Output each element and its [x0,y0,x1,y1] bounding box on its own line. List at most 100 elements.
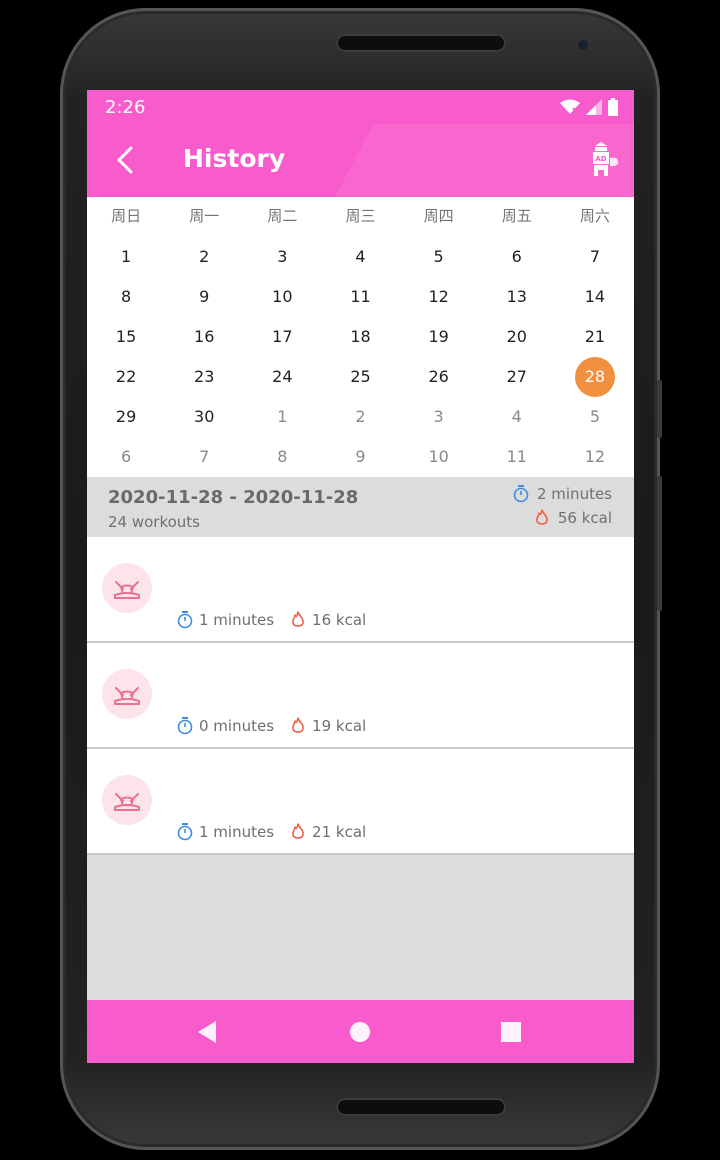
workout-avatar [102,669,152,719]
workout-duration-text: 1 minutes [199,823,275,841]
calendar-day[interactable]: 3 [243,237,321,277]
stopwatch-icon [177,823,193,841]
calendar-day[interactable]: 26 [400,357,478,397]
calendar: 周日 周一 周二 周三 周四 周五 周六 1 2 3 4 5 6 7 8 9 1… [87,197,634,477]
calendar-day-next-month[interactable]: 7 [165,437,243,477]
calendar-day[interactable]: 12 [400,277,478,317]
summary-calories-text: 56 kcal [557,509,612,527]
calendar-day[interactable]: 2 [165,237,243,277]
workout-calories: 19 kcal [290,717,366,735]
calendar-day[interactable]: 13 [478,277,556,317]
workout-stats: 1 minutes 16 kcal [177,611,382,629]
calendar-day[interactable]: 19 [400,317,478,357]
calendar-day-next-month[interactable]: 8 [243,437,321,477]
calendar-day-next-month[interactable]: 3 [400,397,478,437]
stopwatch-icon [177,717,193,735]
calendar-day[interactable]: 7 [556,237,634,277]
weekday-header: 周日 周一 周二 周三 周四 周五 周六 [87,197,634,235]
workout-duration-text: 0 minutes [199,717,275,735]
summary-duration-text: 2 minutes [536,485,612,503]
nav-back-button[interactable] [192,1017,222,1047]
signal-icon [586,99,602,115]
flame-icon [292,717,304,733]
calendar-day[interactable]: 8 [87,277,165,317]
day-summary: 2020-11-28 - 2020-11-28 24 workouts 2 mi… [87,477,634,537]
workout-duration: 1 minutes [177,823,274,841]
workout-calories: 16 kcal [290,611,366,629]
calendar-day[interactable]: 17 [243,317,321,357]
calendar-day-next-month[interactable]: 2 [321,397,399,437]
workout-avatar [102,563,152,613]
calendar-day-next-month[interactable]: 4 [478,397,556,437]
weekday-label: 周六 [579,207,610,225]
stopwatch-icon [177,611,193,629]
workout-item[interactable]: 1 minutes 21 kcal [87,749,634,855]
app-bar: History AD [87,124,634,197]
calendar-day-next-month[interactable]: 11 [478,437,556,477]
status-icons [560,98,618,116]
calendar-day[interactable]: 22 [87,357,165,397]
weekday-label: 周四 [423,207,454,225]
calendar-day[interactable]: 21 [556,317,634,357]
calendar-week: 1 2 3 4 5 6 7 [87,237,634,277]
calendar-week: 6 7 8 9 10 11 12 [87,437,634,477]
workout-item[interactable]: 1 minutes 16 kcal [87,537,634,643]
calendar-day-next-month[interactable]: 1 [243,397,321,437]
front-camera [578,40,588,50]
calendar-day[interactable]: 30 [165,397,243,437]
workout-calories: 21 kcal [290,823,366,841]
calendar-day[interactable]: 20 [478,317,556,357]
calendar-day-next-month[interactable]: 6 [87,437,165,477]
calendar-day[interactable]: 15 [87,317,165,357]
workout-calories-text: 19 kcal [312,717,367,735]
summary-duration: 2 minutes [513,485,612,503]
wifi-icon [560,99,580,114]
calendar-day[interactable]: 6 [478,237,556,277]
nav-recents-button[interactable] [496,1017,526,1047]
workout-figure-icon [114,687,140,705]
svg-text:AD: AD [595,155,606,163]
workout-item[interactable]: 0 minutes 19 kcal [87,643,634,749]
nav-home-button[interactable] [345,1017,375,1047]
calendar-day[interactable]: 24 [243,357,321,397]
calendar-day-next-month[interactable]: 9 [321,437,399,477]
workout-figure-icon [114,793,140,811]
weekday-label: 周二 [267,207,298,225]
calendar-day[interactable]: 11 [321,277,399,317]
battery-icon [608,98,618,116]
calendar-day[interactable]: 18 [321,317,399,357]
calendar-day[interactable]: 27 [478,357,556,397]
calendar-day-next-month[interactable]: 12 [556,437,634,477]
calendar-day[interactable]: 1 [87,237,165,277]
workout-duration-text: 1 minutes [199,611,275,629]
calendar-week: 22 23 24 25 26 27 28 [87,357,634,397]
flame-icon [292,611,304,627]
bottom-speaker [336,1098,506,1116]
calendar-day[interactable]: 23 [165,357,243,397]
flame-icon [292,823,304,839]
calendar-week: 8 9 10 11 12 13 14 [87,277,634,317]
weekday-label: 周日 [111,207,142,225]
summary-date-range: 2020-11-28 - 2020-11-28 [108,487,359,508]
workout-duration: 0 minutes [177,717,274,735]
workout-duration: 1 minutes [177,611,274,629]
workout-calories-text: 21 kcal [312,823,367,841]
calendar-day[interactable]: 29 [87,397,165,437]
square-recents-icon [501,1022,521,1042]
calendar-grid: 1 2 3 4 5 6 7 8 9 10 11 12 13 14 15 16 1… [87,237,634,477]
calendar-day-next-month[interactable]: 5 [556,397,634,437]
calendar-day-selected[interactable]: 28 [556,357,634,397]
selected-day-number: 28 [584,367,606,386]
summary-calories: 56 kcal [534,509,612,527]
calendar-day-next-month[interactable]: 10 [400,437,478,477]
calendar-day[interactable]: 25 [321,357,399,397]
calendar-day[interactable]: 9 [165,277,243,317]
calendar-day[interactable]: 5 [400,237,478,277]
ad-button[interactable]: AD [586,140,620,180]
calendar-day[interactable]: 14 [556,277,634,317]
calendar-day[interactable]: 16 [165,317,243,357]
weekday-label: 周三 [345,207,376,225]
calendar-day[interactable]: 4 [321,237,399,277]
calendar-day[interactable]: 10 [243,277,321,317]
back-button[interactable] [111,142,141,178]
